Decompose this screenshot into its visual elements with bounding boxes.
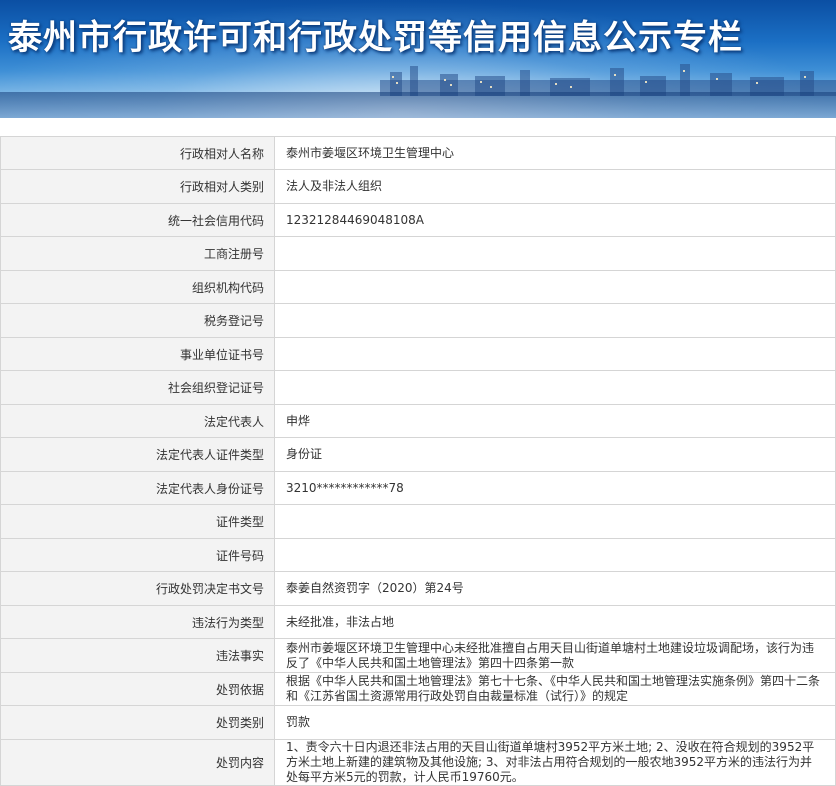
field-label: 社会组织登记证号	[0, 370, 275, 405]
field-value: 12321284469048108A	[274, 203, 836, 237]
field-value: 法人及非法人组织	[274, 169, 836, 204]
field-label: 违法行为类型	[0, 605, 275, 639]
field-label: 法定代表人身份证号	[0, 471, 275, 505]
field-value: 1、责令六十日内退还非法占用的天目山街道单塘村3952平方米土地; 2、没收在符…	[274, 739, 836, 786]
table-row: 处罚类别 罚款	[0, 705, 836, 740]
table-row: 组织机构代码	[0, 270, 836, 304]
field-value: 根据《中华人民共和国土地管理法》第七十七条、《中华人民共和国土地管理法实施条例》…	[274, 672, 836, 706]
banner-spacer	[0, 118, 836, 136]
field-label: 处罚类别	[0, 705, 275, 740]
table-row: 处罚内容 1、责令六十日内退还非法占用的天目山街道单塘村3952平方米土地; 2、…	[0, 739, 836, 786]
banner-water	[0, 92, 836, 118]
table-row: 证件类型	[0, 504, 836, 539]
field-label: 税务登记号	[0, 303, 275, 338]
field-label: 行政相对人类别	[0, 169, 275, 204]
field-label: 法定代表人证件类型	[0, 437, 275, 472]
field-label: 组织机构代码	[0, 270, 275, 304]
field-label: 违法事实	[0, 638, 275, 673]
table-row: 工商注册号	[0, 236, 836, 271]
table-row: 违法行为类型 未经批准，非法占地	[0, 605, 836, 639]
field-label: 行政相对人名称	[0, 136, 275, 170]
table-row: 行政相对人类别 法人及非法人组织	[0, 169, 836, 204]
table-row: 法定代表人证件类型 身份证	[0, 437, 836, 472]
credit-info-table: 行政相对人名称 泰州市姜堰区环境卫生管理中心 行政相对人类别 法人及非法人组织 统一社会…	[0, 136, 836, 786]
field-label: 行政处罚决定书文号	[0, 571, 275, 606]
field-label: 证件类型	[0, 504, 275, 539]
field-value	[274, 538, 836, 572]
table-row: 法定代表人身份证号 3210************78	[0, 471, 836, 505]
table-row: 统一社会信用代码 12321284469048108A	[0, 203, 836, 237]
field-value: 泰州市姜堰区环境卫生管理中心未经批准擅自占用天目山街道单塘村土地建设垃圾调配场，…	[274, 638, 836, 673]
field-value: 罚款	[274, 705, 836, 740]
field-label: 处罚依据	[0, 672, 275, 706]
field-label: 处罚内容	[0, 739, 275, 786]
table-row: 证件号码	[0, 538, 836, 572]
field-value: 未经批准，非法占地	[274, 605, 836, 639]
field-value: 身份证	[274, 437, 836, 472]
table-row: 税务登记号	[0, 303, 836, 338]
table-row: 社会组织登记证号	[0, 370, 836, 405]
field-value	[274, 504, 836, 539]
field-value	[274, 270, 836, 304]
field-value	[274, 337, 836, 371]
table-row: 行政相对人名称 泰州市姜堰区环境卫生管理中心	[0, 136, 836, 170]
field-label: 法定代表人	[0, 404, 275, 438]
field-label: 统一社会信用代码	[0, 203, 275, 237]
field-value: 泰姜自然资罚字（2020）第24号	[274, 571, 836, 606]
field-value	[274, 236, 836, 271]
field-label: 事业单位证书号	[0, 337, 275, 371]
table-row: 违法事实 泰州市姜堰区环境卫生管理中心未经批准擅自占用天目山街道单塘村土地建设垃圾…	[0, 638, 836, 673]
header-banner: 泰州市行政许可和行政处罚等信用信息公示专栏	[0, 0, 836, 118]
table-row: 事业单位证书号	[0, 337, 836, 371]
field-value	[274, 303, 836, 338]
field-value: 泰州市姜堰区环境卫生管理中心	[274, 136, 836, 170]
field-label: 工商注册号	[0, 236, 275, 271]
table-row: 处罚依据 根据《中华人民共和国土地管理法》第七十七条、《中华人民共和国土地管理法实…	[0, 672, 836, 706]
table-row: 行政处罚决定书文号 泰姜自然资罚字（2020）第24号	[0, 571, 836, 606]
table-row: 法定代表人 申烨	[0, 404, 836, 438]
field-value: 申烨	[274, 404, 836, 438]
field-label: 证件号码	[0, 538, 275, 572]
field-value	[274, 370, 836, 405]
field-value: 3210************78	[274, 471, 836, 505]
page-title: 泰州市行政许可和行政处罚等信用信息公示专栏	[8, 18, 743, 58]
